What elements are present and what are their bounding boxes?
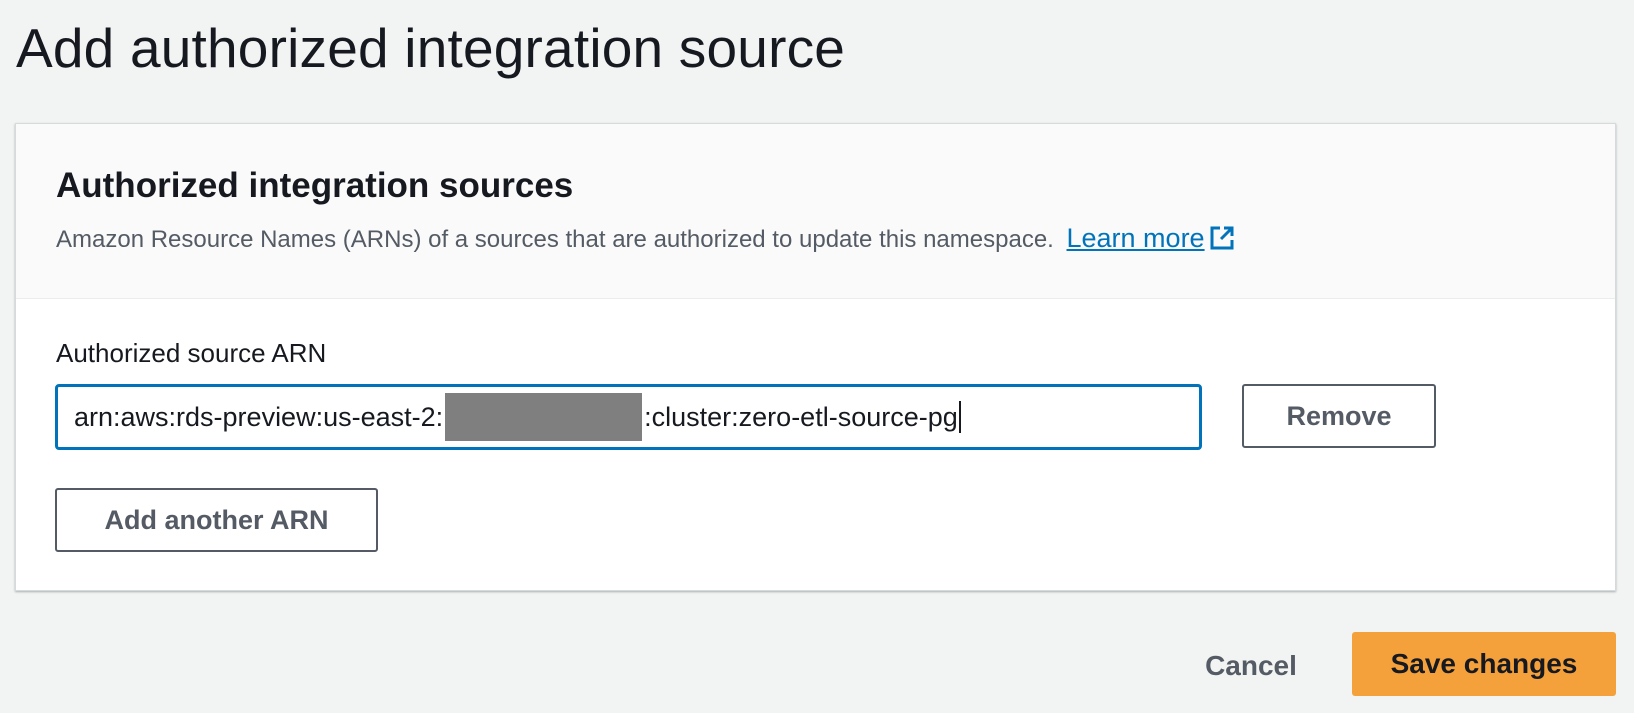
redacted-account-id <box>445 393 643 441</box>
authorized-source-arn-label: Authorized source ARN <box>56 338 327 368</box>
panel-title: Authorized integration sources <box>56 166 574 205</box>
save-changes-button[interactable]: Save changes <box>1352 632 1616 696</box>
panel-description: Amazon Resource Names (ARNs) of a source… <box>56 222 1235 256</box>
learn-more-link[interactable]: Learn more <box>1067 223 1235 253</box>
learn-more-label: Learn more <box>1066 223 1205 253</box>
authorized-source-arn-input[interactable]: arn:aws:rds-preview:us-east-2: :cluster:z… <box>55 384 1202 450</box>
panel-description-text: Amazon Resource Names (ARNs) of a source… <box>56 226 1054 253</box>
page-title: Add authorized integration source <box>16 17 846 79</box>
cancel-button[interactable]: Cancel <box>1196 641 1306 691</box>
remove-button[interactable]: Remove <box>1242 384 1436 448</box>
add-another-arn-button[interactable]: Add another ARN <box>55 488 378 552</box>
arn-suffix-text: :cluster:zero-etl-source-pg <box>644 401 958 432</box>
external-link-icon <box>1209 225 1235 251</box>
arn-prefix-text: arn:aws:rds-preview:us-east-2: <box>74 401 444 432</box>
text-cursor <box>958 401 961 433</box>
panel-header: Authorized integration sources Amazon Re… <box>16 124 1615 299</box>
authorized-sources-panel: Authorized integration sources Amazon Re… <box>15 123 1616 591</box>
